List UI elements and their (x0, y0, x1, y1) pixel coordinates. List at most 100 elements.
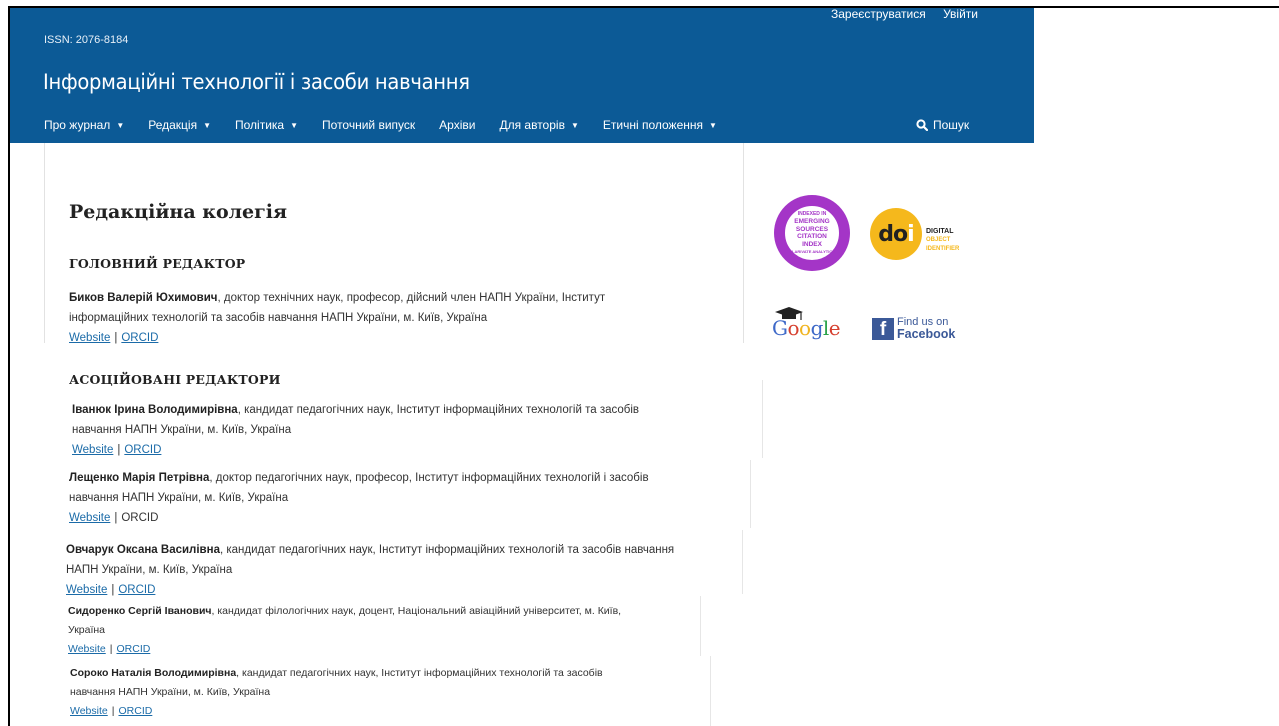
orcid-link[interactable]: ORCID (118, 705, 152, 717)
associate-editors-heading: АСОЦІЙОВАНІ РЕДАКТОРИ (69, 372, 281, 387)
login-link[interactable]: Увійти (943, 8, 978, 21)
editor-entry: Лещенко Марія Петрівна, доктор педагогіч… (69, 468, 649, 528)
link-separator: | (117, 444, 121, 456)
content-left-border (44, 143, 45, 343)
editor-description: інформаційних технологій та засобів навч… (69, 312, 488, 324)
search-button[interactable]: Пошук (916, 118, 969, 132)
editor-description: навчання НАПН України, м. Київ, Україна (72, 424, 292, 436)
editor-description: навчання НАПН України, м. Київ, Україна (69, 492, 289, 504)
nav-label: Редакція (148, 118, 198, 132)
esci-text: EMERGING (794, 218, 830, 225)
editor-entry: Овчарук Оксана Василівна, кандидат педаг… (66, 540, 674, 600)
esci-text: INDEXED IN (797, 210, 827, 217)
editor-description: навчання НАПН України, м. Київ, Україна (70, 686, 271, 698)
caret-down-icon: ▼ (203, 121, 212, 130)
divider (762, 380, 763, 458)
caret-down-icon: ▼ (709, 121, 717, 130)
site-header: Зареєструватися Увійти ISSN: 2076-8184 І… (10, 8, 1034, 143)
nav-item-policy[interactable]: Політика ▼ (235, 118, 298, 132)
editor-description: НАПН України, м. Київ, Україна (66, 564, 233, 576)
nav-item-for-authors[interactable]: Для авторів ▼ (499, 118, 578, 132)
nav-label: Для авторів (499, 118, 565, 132)
nav-label: Поточний випуск (322, 118, 416, 132)
site-title[interactable]: Інформаційні технології і засоби навчанн… (43, 70, 470, 94)
esci-text: INDEX (802, 240, 822, 248)
link-separator: | (111, 705, 115, 717)
orcid-link[interactable]: ORCID (116, 643, 150, 655)
facebook-text: Find us on Facebook (897, 316, 955, 341)
google-logo-text: Google (772, 316, 841, 340)
google-scholar-logo[interactable]: Google (772, 306, 858, 346)
chief-editor-heading: ГОЛОВНИЙ РЕДАКТОР (69, 256, 246, 271)
website-link[interactable]: Website (68, 643, 106, 655)
editor-name: Сороко Наталія Володимирівна (70, 667, 237, 679)
editor-entry: Сороко Наталія Володимирівна, кандидат п… (70, 664, 603, 721)
divider (700, 596, 701, 656)
link-separator: | (114, 512, 118, 524)
doi-label-line: OBJECT (926, 237, 951, 243)
website-link[interactable]: Website (70, 705, 108, 717)
website-link[interactable]: Website (66, 584, 107, 596)
orcid-link[interactable]: ORCID (121, 332, 158, 344)
doi-logo-text: doi (878, 221, 914, 247)
link-separator: | (111, 584, 115, 596)
doi-logo[interactable]: doi (870, 208, 922, 260)
user-nav: Зареєструватися Увійти (817, 8, 978, 22)
editor-links: Website | ORCID (72, 440, 639, 460)
website-link[interactable]: Website (69, 512, 110, 524)
divider (742, 530, 743, 594)
website-link[interactable]: Website (69, 332, 110, 344)
nav-item-archives[interactable]: Архіви (439, 118, 475, 132)
nav-item-about[interactable]: Про журнал ▼ (44, 118, 124, 132)
esci-text: CITATION (797, 233, 827, 240)
search-icon (916, 119, 928, 131)
nav-label: Політика (235, 118, 285, 132)
editor-description: Україна (68, 624, 106, 636)
editor-entry: Сидоренко Сергій Іванович, кандидат філо… (68, 602, 621, 659)
orcid-text: ORCID (121, 512, 159, 524)
link-separator: | (114, 332, 118, 344)
editor-links: Website | ORCID (70, 702, 603, 721)
nav-item-ethics[interactable]: Етичні положення ▼ (603, 118, 717, 132)
nav-item-editorial[interactable]: Редакція ▼ (148, 118, 211, 132)
page-title: Редакційна колегія (69, 201, 288, 223)
editor-links: Website | ORCID (66, 580, 674, 600)
search-label: Пошук (933, 118, 970, 132)
register-link[interactable]: Зареєструватися (831, 8, 926, 21)
doi-label-line: IDENTIFIER (926, 246, 960, 252)
primary-nav: Про журнал ▼ Редакція ▼ Політика ▼ Поточний… (44, 118, 741, 132)
editor-entry: Іванюк Ірина Володимирівна, кандидат пед… (72, 400, 639, 460)
divider (710, 656, 711, 726)
issn-label: ISSN: 2076-8184 (44, 34, 129, 46)
doi-label: DIGITAL OBJECT IDENTIFIER (926, 227, 959, 254)
esci-text: CLARIVATE ANALYTICS (789, 249, 835, 254)
website-link[interactable]: Website (72, 444, 113, 456)
editor-description: , кандидат педагогічних наук, Інститут і… (237, 404, 640, 416)
caret-down-icon: ▼ (290, 121, 299, 130)
orcid-link[interactable]: ORCID (124, 444, 161, 456)
facebook-link[interactable]: f Find us on Facebook (872, 316, 955, 341)
editor-name: Лещенко Марія Петрівна (69, 472, 210, 484)
esci-badge[interactable]: INDEXED IN EMERGING SOURCES CITATION IND… (774, 195, 850, 271)
editor-name: Іванюк Ірина Володимирівна (72, 404, 238, 416)
editor-name: Биков Валерій Юхимович (69, 292, 218, 304)
editor-description: , доктор педагогічних наук, професор, Ін… (209, 472, 649, 484)
sidebar-left-border (743, 143, 744, 343)
editor-description: , кандидат педагогічних наук, Інститут і… (219, 544, 675, 556)
editor-description: , доктор технічних наук, професор, дійсн… (217, 292, 606, 304)
nav-item-current-issue[interactable]: Поточний випуск (322, 118, 415, 132)
doi-label-line: DIGITAL (926, 228, 954, 235)
editor-links: Website | ORCID (69, 508, 649, 528)
caret-down-icon: ▼ (570, 121, 579, 130)
nav-label: Архіви (439, 118, 476, 132)
nav-label: Про журнал (44, 118, 111, 132)
editor-description: , кандидат філологічних наук, доцент, На… (211, 605, 622, 617)
editor-links: Website | ORCID (69, 328, 605, 348)
facebook-line: Facebook (897, 327, 956, 341)
orcid-link[interactable]: ORCID (118, 584, 155, 596)
editor-description: , кандидат педагогічних наук, Інститут і… (236, 667, 603, 679)
caret-down-icon: ▼ (116, 121, 125, 130)
editor-name: Овчарук Оксана Василівна (66, 544, 220, 556)
editor-links: Website | ORCID (68, 640, 621, 659)
esci-text: SOURCES (795, 225, 829, 233)
